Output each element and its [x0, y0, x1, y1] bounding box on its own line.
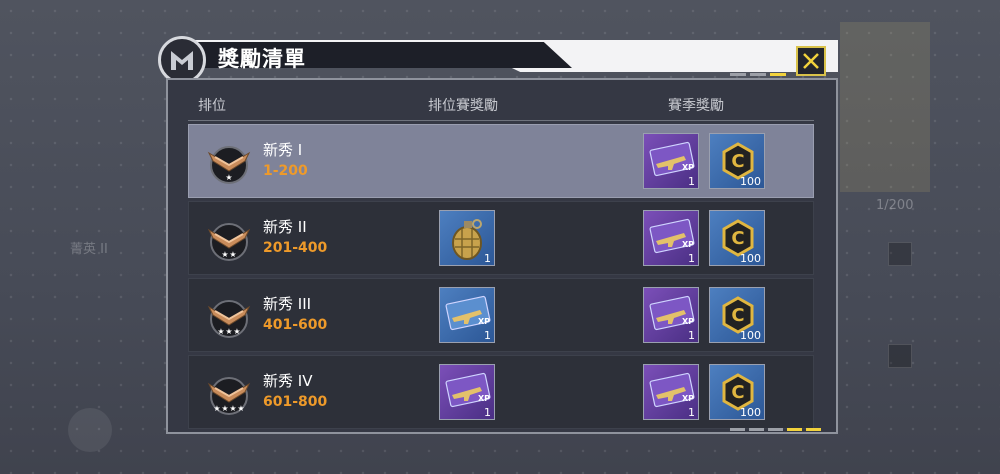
reward-quantity: 1: [484, 329, 491, 342]
reward-row[interactable]: ★ ★ 新秀 II 201-400 1 XP 1 C 100: [188, 201, 814, 275]
weapon-xp-card-icon[interactable]: XP 1: [643, 287, 699, 343]
weapon-xp-card-icon[interactable]: XP 1: [643, 364, 699, 420]
rank-range: 401-600: [263, 317, 328, 333]
reward-quantity: 1: [688, 329, 695, 342]
svg-text:XP: XP: [478, 394, 490, 403]
blue-weapon-xp-card-icon[interactable]: XP 1: [439, 287, 495, 343]
background-rank-label: 菁英 II: [70, 242, 108, 257]
reward-quantity: 100: [740, 406, 761, 419]
lock-icon: [888, 242, 912, 266]
rank-name: 新秀 III: [263, 295, 312, 313]
reward-quantity: 100: [740, 252, 761, 265]
reward-quantity: 1: [688, 252, 695, 265]
svg-text:★: ★: [217, 327, 224, 336]
svg-text:XP: XP: [682, 240, 694, 249]
close-icon: [803, 53, 819, 69]
close-button[interactable]: [796, 46, 826, 76]
reward-quantity: 100: [740, 175, 761, 188]
rank-range: 1-200: [263, 163, 308, 179]
svg-text:★: ★: [221, 404, 228, 413]
rank-name: 新秀 II: [263, 218, 307, 236]
cp-coin-icon[interactable]: C 100: [709, 133, 765, 189]
reward-row[interactable]: ★ ★ ★ 新秀 III 401-600 XP 1 XP 1 C 100: [188, 278, 814, 352]
reward-quantity: 1: [688, 406, 695, 419]
svg-text:XP: XP: [478, 317, 490, 326]
cp-coin-icon[interactable]: C 100: [709, 210, 765, 266]
reward-quantity: 1: [484, 406, 491, 419]
reward-quantity: 100: [740, 329, 761, 342]
svg-text:★: ★: [237, 404, 244, 413]
rank-name: 新秀 I: [263, 141, 303, 159]
background-progress-label: 1/200: [876, 198, 914, 213]
rank-range: 601-800: [263, 394, 328, 410]
svg-text:★: ★: [225, 173, 232, 182]
cp-coin-icon[interactable]: C 100: [709, 364, 765, 420]
svg-text:★: ★: [221, 250, 228, 259]
svg-text:XP: XP: [682, 317, 694, 326]
weapon-xp-card-icon[interactable]: XP 1: [643, 133, 699, 189]
reward-list-dialog: 獎勵清單 排位 排位賽獎勵 賽季獎勵 ★ 新秀 I 1-200 XP 1 C 100 ★ ★ 新秀…: [158, 36, 838, 434]
reward-quantity: 1: [484, 252, 491, 265]
svg-text:★: ★: [213, 404, 220, 413]
background-panel: [840, 22, 930, 192]
rank-emblem-icon: ★ ★ ★ ★: [201, 366, 257, 422]
gold-grenade-icon[interactable]: 1: [439, 210, 495, 266]
column-header-season-reward: 賽季獎勵: [668, 98, 724, 114]
svg-text:C: C: [731, 305, 744, 326]
page-indicator: [730, 73, 786, 76]
rank-emblem-icon: ★ ★: [201, 212, 257, 268]
bottom-page-indicator: [730, 428, 821, 431]
reward-row[interactable]: ★ 新秀 I 1-200 XP 1 C 100: [188, 124, 814, 198]
svg-text:★: ★: [229, 250, 236, 259]
dialog-body: 排位 排位賽獎勵 賽季獎勵 ★ 新秀 I 1-200 XP 1 C 100 ★ ★ 新秀 II 20…: [166, 78, 838, 434]
table-header: 排位 排位賽獎勵 賽季獎勵: [188, 92, 814, 121]
svg-text:XP: XP: [682, 163, 694, 172]
cp-coin-icon[interactable]: C 100: [709, 287, 765, 343]
dialog-title: 獎勵清單: [218, 47, 306, 71]
game-logo-icon: [158, 36, 206, 84]
rank-emblem-icon: ★ ★ ★: [201, 289, 257, 345]
svg-text:XP: XP: [682, 394, 694, 403]
svg-text:C: C: [731, 228, 744, 249]
column-header-ranked-reward: 排位賽獎勵: [428, 98, 498, 114]
weapon-xp-card-icon[interactable]: XP 1: [439, 364, 495, 420]
weapon-xp-card-icon[interactable]: XP 1: [643, 210, 699, 266]
rank-emblem-icon: ★: [201, 135, 257, 191]
svg-text:★: ★: [229, 404, 236, 413]
season-emblem-icon: [68, 408, 112, 452]
rank-name: 新秀 IV: [263, 372, 313, 390]
svg-text:C: C: [731, 382, 744, 403]
reward-quantity: 1: [688, 175, 695, 188]
reward-row[interactable]: ★ ★ ★ ★ 新秀 IV 601-800 XP 1 XP 1 C 100: [188, 355, 814, 429]
svg-text:★: ★: [233, 327, 240, 336]
svg-text:★: ★: [225, 327, 232, 336]
column-header-rank: 排位: [198, 98, 226, 114]
lock-icon: [888, 344, 912, 368]
rank-range: 201-400: [263, 240, 328, 256]
svg-text:C: C: [731, 151, 744, 172]
